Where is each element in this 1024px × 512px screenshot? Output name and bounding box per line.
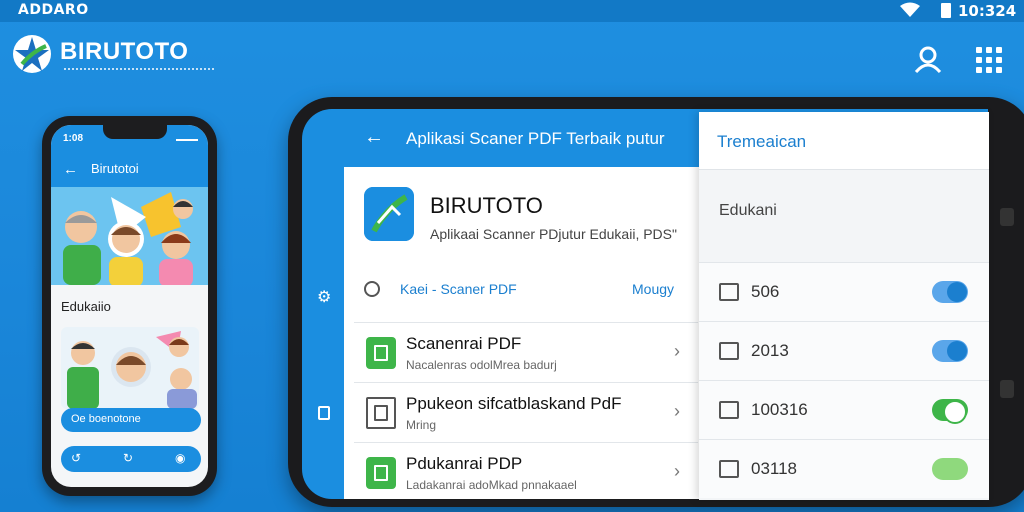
people-illustration bbox=[67, 331, 197, 409]
large-phone-mockup: ⚙ ← Aplikasi Scaner PDF Terbaik putur BI… bbox=[288, 97, 1024, 507]
list-item-subtitle: Nacalenras odolMrea badurj bbox=[406, 358, 557, 372]
grid-document-icon bbox=[719, 460, 739, 478]
settings-title: Tremeaican bbox=[717, 132, 807, 151]
brand-tagline-dots bbox=[64, 68, 214, 71]
settings-row: 2013 bbox=[699, 321, 989, 380]
back-arrow-icon[interactable]: ← bbox=[364, 126, 384, 149]
section-label: Edukaiio bbox=[61, 299, 111, 314]
back-arrow-icon[interactable]: ← bbox=[63, 161, 78, 178]
document-list-icon bbox=[719, 401, 739, 419]
status-bar: ADDARO 10:324 bbox=[0, 0, 1024, 22]
setting-value: 100316 bbox=[751, 400, 808, 419]
phone-side-button bbox=[1000, 208, 1014, 226]
settings-section-label: Edukani bbox=[719, 202, 777, 219]
list-item-title: Scanenrai PDF bbox=[406, 334, 522, 353]
chevron-right-icon: › bbox=[674, 401, 680, 421]
small-phone-screen: 1:08 ← Birutotoi Edukaiio Oe boenotone ↺… bbox=[51, 125, 208, 487]
appbar-title: Aplikasi Scaner PDF Terbaik putur bbox=[406, 129, 665, 148]
small-phone-title: Birutotoi bbox=[91, 161, 139, 176]
list-item-subtitle: Ladakanrai adoMkad pnnakaael bbox=[406, 478, 577, 492]
settings-header: Tremeaican bbox=[699, 112, 989, 170]
settings-row: 506 bbox=[699, 262, 989, 321]
filter-label[interactable]: Kaei - Scaner PDF bbox=[400, 281, 517, 297]
toggle-switch[interactable] bbox=[932, 281, 968, 303]
side-toolbar: ⚙ bbox=[302, 109, 344, 499]
settings-panel: Tremeaican Edukani 506 2013 100316 03118 bbox=[699, 112, 989, 500]
small-phone-appbar: ← Birutotoi bbox=[51, 149, 208, 187]
document-list: Scanenrai PDF Nacalenras odolMrea badurj… bbox=[354, 322, 698, 499]
more-link[interactable]: Mougy bbox=[632, 281, 674, 297]
pdf-document-icon bbox=[366, 337, 396, 369]
user-icon[interactable] bbox=[913, 44, 943, 74]
signal-icon bbox=[176, 133, 198, 141]
hero-illustration bbox=[51, 187, 208, 285]
frame-document-icon bbox=[366, 397, 396, 429]
brand-star-icon bbox=[13, 35, 51, 73]
list-item[interactable]: Pdukanrai PDP Ladakanrai adoMkad pnnakaa… bbox=[354, 442, 698, 499]
chevron-right-icon: › bbox=[674, 341, 680, 361]
nav-refresh-icon[interactable]: ↻ bbox=[123, 451, 133, 465]
carrier-label: ADDARO bbox=[18, 2, 89, 18]
list-item[interactable]: Scanenrai PDF Nacalenras odolMrea badurj… bbox=[354, 322, 698, 382]
settings-gear-icon[interactable]: ⚙ bbox=[317, 287, 331, 307]
list-item-subtitle: Mring bbox=[406, 418, 437, 432]
clock: 10:324 bbox=[958, 2, 1017, 20]
chevron-right-icon: › bbox=[674, 461, 680, 481]
nav-camera-icon[interactable]: ◉ bbox=[175, 451, 185, 465]
setting-value: 03118 bbox=[751, 459, 798, 478]
list-item-title: Ppukeon sifcatblaskand PdF bbox=[406, 394, 622, 413]
app-logo-icon bbox=[364, 187, 414, 241]
apps-grid-icon[interactable] bbox=[976, 47, 1002, 73]
small-phone-time: 1:08 bbox=[63, 133, 84, 144]
barcode-icon bbox=[719, 342, 739, 360]
phone-side-button bbox=[1000, 380, 1014, 398]
small-phone-bottom-nav: ↺ ↻ ◉ bbox=[61, 446, 201, 472]
nav-back-icon[interactable]: ↺ bbox=[71, 451, 81, 465]
settings-row: 100316 bbox=[699, 380, 989, 439]
toggle-switch[interactable] bbox=[932, 340, 968, 362]
app-description: Aplikaai Scanner PDjutur Edukaii, PDS" bbox=[430, 226, 677, 242]
toggle-switch[interactable] bbox=[932, 399, 968, 424]
setting-value: 2013 bbox=[751, 341, 789, 360]
list-item[interactable]: Ppukeon sifcatblaskand PdF Mring › bbox=[354, 382, 698, 442]
list-item-title: Pdukanrai PDP bbox=[406, 454, 523, 473]
settings-row: 03118 bbox=[699, 439, 989, 498]
people-illustration bbox=[63, 192, 193, 285]
toggle-switch[interactable] bbox=[932, 458, 968, 480]
wifi-icon bbox=[900, 2, 920, 17]
small-phone-status-bar: 1:08 bbox=[51, 125, 208, 149]
document-list-icon bbox=[719, 283, 739, 301]
setting-value: 506 bbox=[751, 282, 780, 301]
primary-button[interactable]: Oe boenotone bbox=[61, 408, 201, 432]
app-name: BIRUTOTO bbox=[430, 193, 543, 218]
scan-icon bbox=[364, 281, 380, 297]
small-phone-mockup: 1:08 ← Birutotoi Edukaiio Oe boenotone ↺… bbox=[42, 116, 217, 496]
document-icon[interactable] bbox=[318, 406, 330, 420]
brand-name: BIRUTOTO bbox=[60, 38, 189, 65]
illustration-card bbox=[61, 327, 199, 409]
phone-notch bbox=[103, 125, 167, 139]
battery-icon bbox=[941, 3, 951, 18]
pdf-document-icon bbox=[366, 457, 396, 489]
settings-rows: 506 2013 100316 03118 bbox=[699, 262, 989, 498]
